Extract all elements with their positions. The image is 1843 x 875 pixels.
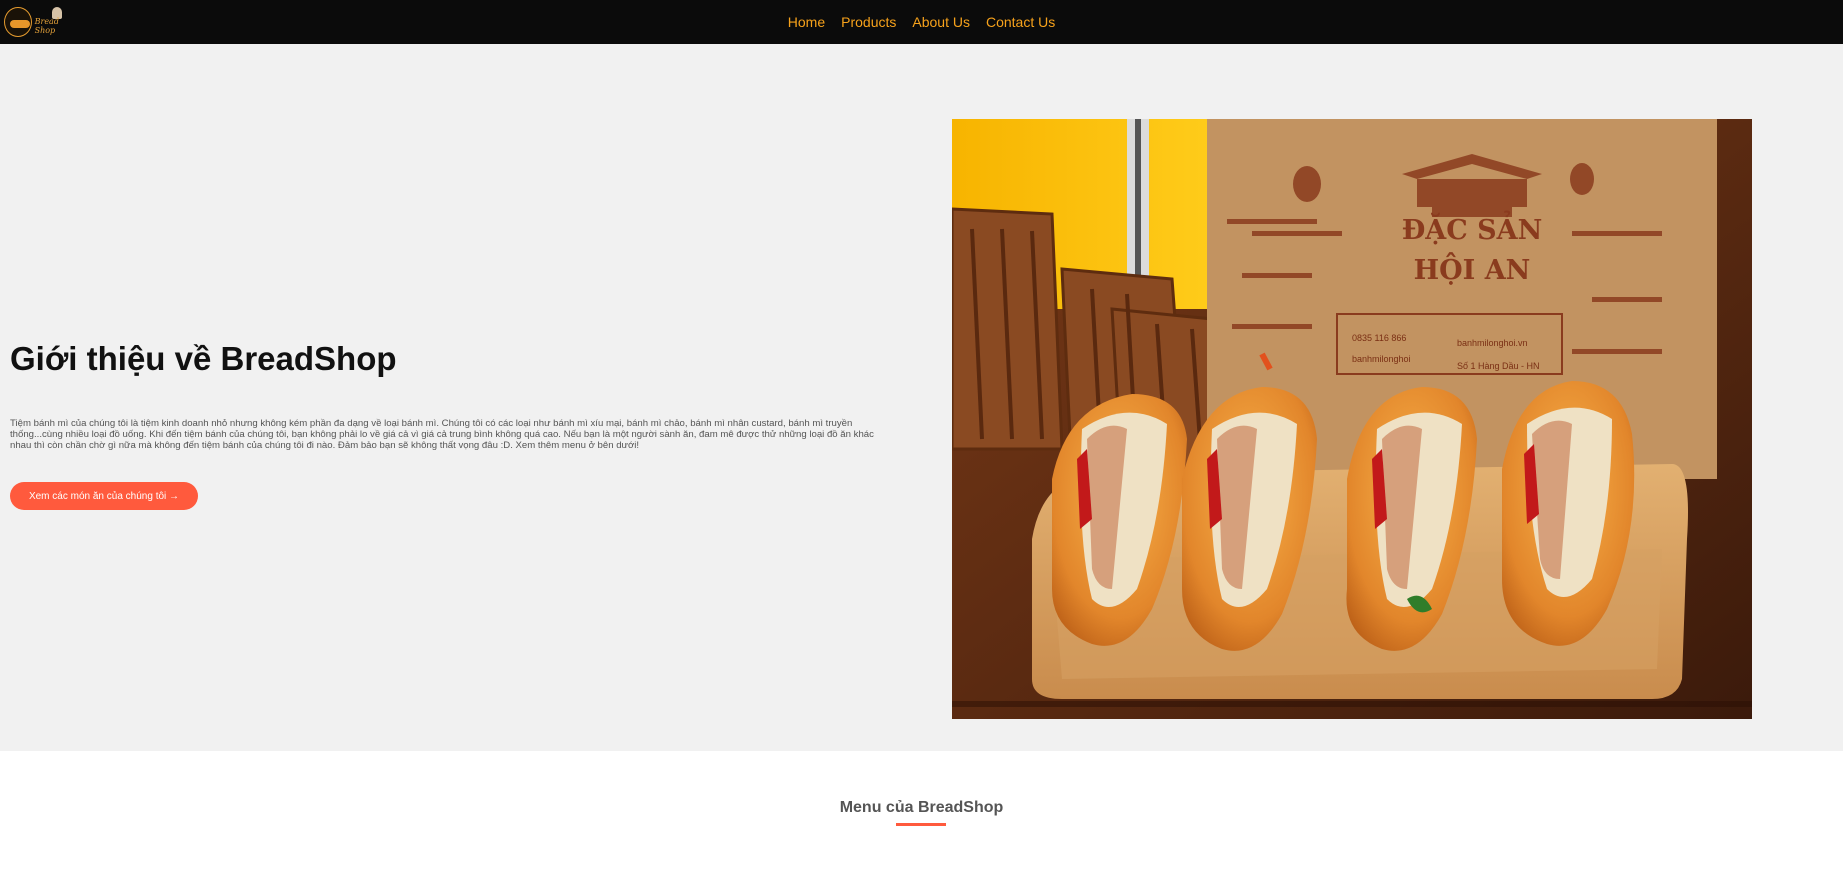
bag-address: Số 1 Hàng Dầu - HN (1457, 361, 1540, 371)
nav-link-contact-us[interactable]: Contact Us (986, 14, 1055, 30)
bag-facebook: banhmilonghoi (1352, 354, 1411, 364)
nav-link-home[interactable]: Home (788, 14, 825, 30)
view-menu-button[interactable]: Xem các món ăn của chúng tôi → (10, 482, 198, 510)
bag-phone: 0835 116 866 (1352, 333, 1406, 343)
menu-title: Menu của BreadShop (839, 799, 1004, 816)
bag-title-line2: HỘI AN (1414, 251, 1531, 286)
hero-text-column: Giới thiệu về BreadShop Tiệm bánh mì của… (10, 44, 890, 751)
hero-section: Giới thiệu về BreadShop Tiệm bánh mì của… (0, 44, 1843, 751)
menu-section: Menu của BreadShop (0, 751, 1843, 875)
hero-title: Giới thiệu về BreadShop (10, 340, 397, 377)
bag-website: banhmilonghoi.vn (1457, 338, 1528, 348)
hero-description: Tiệm bánh mì của chúng tôi là tiệm kinh … (10, 418, 874, 451)
banh-mi-photo: ĐẶC SẢN HỘI AN 0835 116 866 banhmilongho… (952, 119, 1752, 719)
logo-text: Bread Shop (34, 17, 59, 35)
bag-title-line1: ĐẶC SẢN (1402, 209, 1543, 246)
bread-logo-icon (4, 7, 32, 37)
nav-link-products[interactable]: Products (841, 14, 896, 30)
menu-title-underline (896, 823, 946, 826)
logo[interactable]: Bread Shop (4, 5, 78, 39)
nav-links: Home Products About Us Contact Us (788, 14, 1055, 30)
hero-image: ĐẶC SẢN HỘI AN 0835 116 866 banhmilongho… (952, 119, 1752, 719)
navbar: Bread Shop Home Products About Us Contac… (0, 0, 1843, 44)
nav-link-about-us[interactable]: About Us (912, 14, 970, 30)
